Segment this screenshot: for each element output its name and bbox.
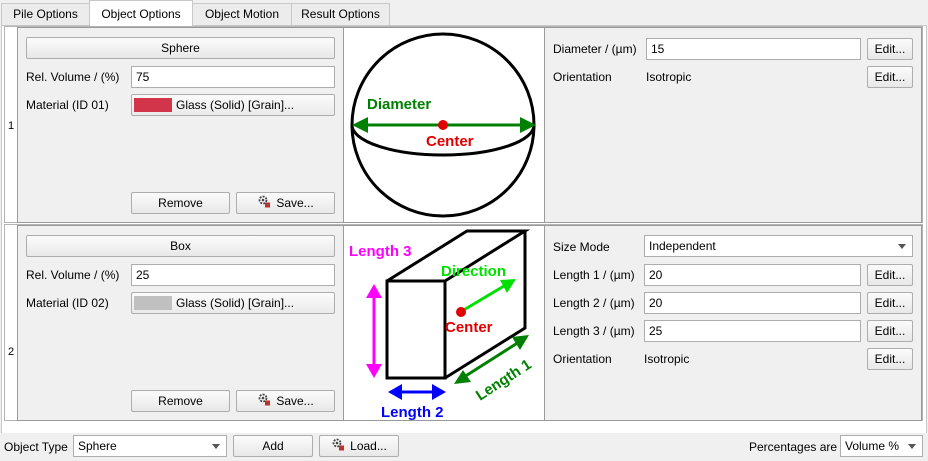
material-label: Material (ID 02) [26,296,109,310]
length1-arrow-top-head [512,335,529,350]
save-gear-icon [257,194,271,214]
diameter-input[interactable]: 15 [646,38,861,60]
sphere-diagram: Diameter Center [350,32,536,218]
length3-arrow-bottom-head [366,364,382,378]
shape-box-button[interactable]: Box [26,235,335,257]
tab-pile-options[interactable]: Pile Options [1,3,90,25]
box-parameters-cell: Size Mode Independent Length 1 / (µm) 20… [544,225,922,421]
save-gear-icon [257,392,271,412]
load-button[interactable]: Load... [319,435,399,457]
box-diagram: Length 3 Length 2 Length 1 Direction Cen… [349,229,535,421]
length2-label: Length 2 [381,404,444,420]
sphere-parameters-cell: Diameter / (µm) 15 Edit... Orientation I… [544,27,922,223]
length1-label: Length 1 [473,356,535,404]
direction-label: Direction [441,263,506,280]
remove-button[interactable]: Remove [131,390,230,412]
length2-param-label: Length 2 / (µm) [553,296,635,310]
center-label: Center [445,319,493,336]
chevron-down-icon [898,244,906,249]
chevron-down-icon [908,444,916,449]
orientation-value: Isotropic [644,352,690,366]
save-button-label: Save... [276,196,314,210]
length1-input[interactable]: 20 [644,264,861,286]
object-settings-cell: Box Rel. Volume / (%) 25 Material (ID 02… [17,225,344,421]
orientation-label: Orientation [553,70,612,84]
object-type-label: Object Type [4,440,68,454]
edit-length3-button[interactable]: Edit... [867,320,913,342]
length2-input[interactable]: 20 [644,292,861,314]
edit-length1-button[interactable]: Edit... [867,264,913,286]
add-button[interactable]: Add [233,435,313,457]
length3-arrow-top-head [366,284,382,298]
percentages-label: Percentages are [749,440,838,454]
percentages-select[interactable]: Volume % [840,435,923,457]
material-color-swatch [134,98,172,112]
object-type-value: Sphere [78,439,117,453]
load-gear-icon [331,437,345,457]
material-value: Glass (Solid) [Grain]... [176,296,295,310]
edit-orientation-button[interactable]: Edit... [867,66,913,88]
save-button[interactable]: Save... [236,192,335,214]
box-side-face [444,231,527,380]
bottom-toolbar: Object Type Sphere Add Load... Percentag… [0,433,928,461]
rel-volume-label: Rel. Volume / (%) [26,70,120,84]
size-mode-value: Independent [649,239,716,253]
length2-arrow-right-head [432,384,446,400]
length1-param-label: Length 1 / (µm) [553,268,635,282]
material-value: Glass (Solid) [Grain]... [176,98,295,112]
diameter-param-label: Diameter / (µm) [553,42,637,56]
chevron-down-icon [212,444,220,449]
edit-length2-button[interactable]: Edit... [867,292,913,314]
size-mode-select[interactable]: Independent [644,235,913,257]
center-label: Center [426,133,474,150]
material-color-swatch [134,296,172,310]
material-button[interactable]: Glass (Solid) [Grain]... [131,94,335,116]
edit-orientation-button[interactable]: Edit... [867,348,913,370]
rel-volume-label: Rel. Volume / (%) [26,268,120,282]
material-label: Material (ID 01) [26,98,109,112]
tab-object-motion[interactable]: Object Motion [192,3,292,25]
box-front-face [385,279,447,380]
rel-volume-input[interactable]: 75 [131,66,335,88]
rel-volume-input[interactable]: 25 [131,264,335,286]
box-diagram-cell: Length 3 Length 2 Length 1 Direction Cen… [343,225,545,421]
remove-button[interactable]: Remove [131,192,230,214]
save-button[interactable]: Save... [236,390,335,412]
object-settings-cell: Sphere Rel. Volume / (%) 75 Material (ID… [17,27,344,223]
tab-bar: Pile Options Object Options Object Motio… [0,0,928,26]
tab-result-options[interactable]: Result Options [291,3,390,25]
length3-input[interactable]: 25 [644,320,861,342]
size-mode-label: Size Mode [553,240,610,254]
object-type-select[interactable]: Sphere [73,435,227,457]
center-dot [456,307,466,317]
orientation-label: Orientation [553,352,612,366]
center-dot [438,120,448,130]
sphere-diagram-cell: Diameter Center [343,27,545,223]
edit-diameter-button[interactable]: Edit... [867,38,913,60]
percentages-value: Volume % [845,439,900,453]
tab-object-options[interactable]: Object Options [89,0,193,26]
length3-label: Length 3 [349,243,412,260]
load-button-label: Load... [350,439,387,453]
length2-arrow-left-head [388,384,402,400]
direction-arrow-line [461,284,505,313]
length3-param-label: Length 3 / (µm) [553,324,635,338]
save-button-label: Save... [276,394,314,408]
orientation-value: Isotropic [646,70,692,84]
shape-sphere-button[interactable]: Sphere [26,37,335,59]
material-button[interactable]: Glass (Solid) [Grain]... [131,292,335,314]
diameter-label: Diameter [367,96,431,113]
